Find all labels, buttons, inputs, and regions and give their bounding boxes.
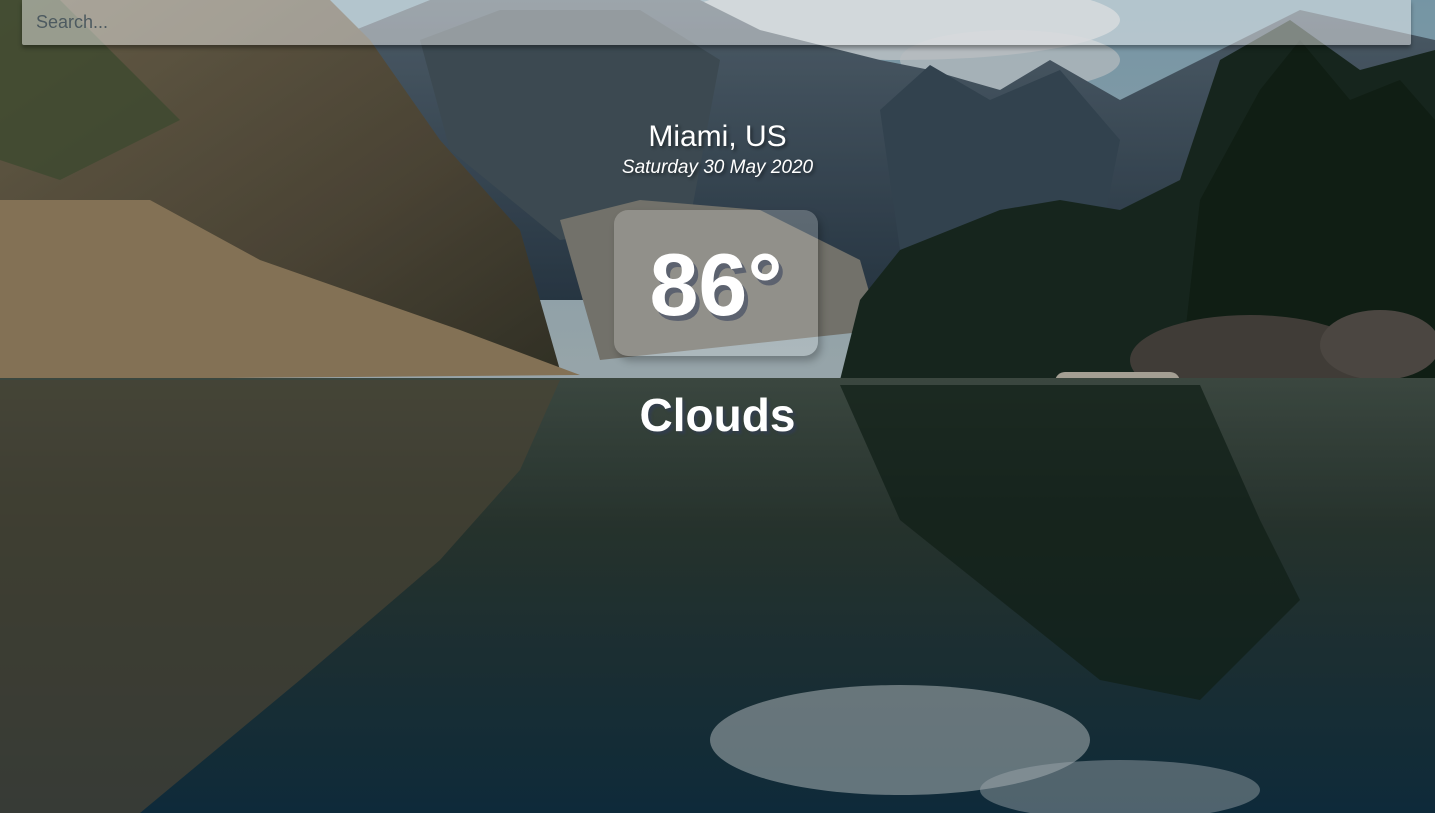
location-title: Miami, US (648, 120, 787, 153)
temperature-value: 86° (649, 235, 783, 334)
search-input[interactable] (22, 0, 1411, 45)
temperature-card: 86° (614, 210, 818, 356)
weather-app: Miami, US Saturday 30 May 2020 86° Cloud… (0, 0, 1435, 813)
current-date: Saturday 30 May 2020 (621, 157, 814, 178)
weather-condition: Clouds (639, 389, 796, 441)
